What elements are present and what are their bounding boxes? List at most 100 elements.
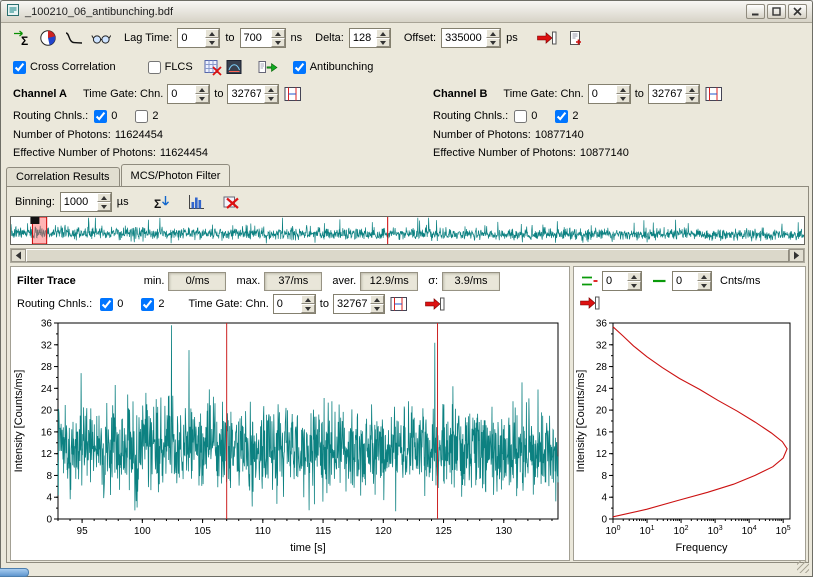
- filter-gate-from-spinner[interactable]: [273, 294, 316, 314]
- channel-a-routing-0-input[interactable]: [94, 110, 107, 123]
- spin-up-icon[interactable]: [264, 85, 278, 94]
- title-bar[interactable]: _100210_06_antibunching.bdf: [1, 1, 812, 23]
- upper-level-icon[interactable]: [579, 271, 599, 291]
- scrollbar-thumb[interactable]: [26, 249, 789, 262]
- lower-level-icon[interactable]: [649, 271, 669, 291]
- spin-down-icon[interactable]: [370, 304, 384, 313]
- upper-threshold-spinner[interactable]: [602, 271, 642, 291]
- flcs-matrix-icon[interactable]: [203, 57, 223, 77]
- lower-threshold-input[interactable]: [673, 272, 697, 290]
- spin-up-icon[interactable]: [486, 29, 500, 38]
- offset-spinner[interactable]: [441, 28, 501, 48]
- upper-threshold-input[interactable]: [603, 272, 627, 290]
- cross-correlation-checkbox[interactable]: Cross Correlation: [13, 61, 116, 74]
- maximize-button[interactable]: [767, 4, 786, 19]
- overview-chart[interactable]: [11, 217, 804, 244]
- delta-input[interactable]: [350, 29, 376, 47]
- intensity-overview-trace[interactable]: [10, 216, 805, 245]
- spin-down-icon[interactable]: [486, 38, 500, 47]
- spin-down-icon[interactable]: [376, 38, 390, 47]
- delta-spinner[interactable]: [349, 28, 391, 48]
- spin-down-icon[interactable]: [195, 94, 209, 103]
- tab-correlation-results[interactable]: Correlation Results: [6, 167, 120, 186]
- scroll-left-icon[interactable]: [11, 249, 26, 262]
- offset-input[interactable]: [442, 29, 486, 47]
- spin-up-icon[interactable]: [685, 85, 699, 94]
- channel-a-routing-0-checkbox[interactable]: 0: [94, 110, 117, 123]
- channel-a-gate-to-spinner[interactable]: [227, 84, 279, 104]
- filter-routing-2-checkbox[interactable]: 2: [141, 298, 164, 311]
- channel-a-gate-to-input[interactable]: [228, 85, 264, 103]
- spin-up-icon[interactable]: [195, 85, 209, 94]
- channel-b-gate-from-spinner[interactable]: [588, 84, 631, 104]
- lower-threshold-spinner[interactable]: [672, 271, 712, 291]
- lag-time-from-spinner[interactable]: [177, 28, 220, 48]
- scroll-right-icon[interactable]: [789, 249, 804, 262]
- flcs-pattern-icon[interactable]: [225, 57, 245, 77]
- spin-down-icon[interactable]: [271, 38, 285, 47]
- filter-gate-from-input[interactable]: [274, 295, 301, 313]
- spin-up-icon[interactable]: [697, 272, 711, 281]
- spin-up-icon[interactable]: [271, 29, 285, 38]
- glasses-icon[interactable]: [90, 28, 112, 48]
- spin-up-icon[interactable]: [376, 29, 390, 38]
- export-icon[interactable]: [425, 294, 445, 314]
- spin-up-icon[interactable]: [370, 295, 384, 304]
- correlation-curve-icon[interactable]: [63, 28, 85, 48]
- channel-b-gate-to-input[interactable]: [649, 85, 685, 103]
- spin-up-icon[interactable]: [616, 85, 630, 94]
- channel-b-routing-0-input[interactable]: [514, 110, 527, 123]
- antibunching-checkbox[interactable]: Antibunching: [293, 61, 374, 74]
- flcs-checkbox-input[interactable]: [148, 61, 161, 74]
- filter-gate-to-spinner[interactable]: [333, 294, 385, 314]
- filter-routing-2-input[interactable]: [141, 298, 154, 311]
- sum-icon[interactable]: Σ: [152, 192, 172, 212]
- time-gate-icon[interactable]: [704, 84, 724, 104]
- minimize-button[interactable]: [746, 4, 765, 19]
- pie-chart-icon[interactable]: [38, 28, 58, 48]
- spin-up-icon[interactable]: [301, 295, 315, 304]
- channel-a-routing-2-checkbox[interactable]: 2: [135, 110, 158, 123]
- lag-time-from-input[interactable]: [178, 29, 205, 47]
- apply-green-arrow-icon[interactable]: [257, 57, 279, 77]
- lag-time-to-input[interactable]: [241, 29, 271, 47]
- channel-b-routing-0-checkbox[interactable]: 0: [514, 110, 537, 123]
- resize-grip[interactable]: [797, 561, 809, 573]
- spin-down-icon[interactable]: [205, 38, 219, 47]
- channel-b-routing-2-input[interactable]: [555, 110, 568, 123]
- overview-scrollbar[interactable]: [10, 248, 805, 263]
- spin-down-icon[interactable]: [301, 304, 315, 313]
- time-gate-icon[interactable]: [283, 84, 303, 104]
- filter-routing-0-checkbox[interactable]: 0: [100, 298, 123, 311]
- spin-down-icon[interactable]: [697, 281, 711, 290]
- export-icon[interactable]: [579, 293, 599, 313]
- export-icon[interactable]: [535, 28, 558, 48]
- filter-gate-to-input[interactable]: [334, 295, 370, 313]
- channel-a-gate-from-input[interactable]: [168, 85, 195, 103]
- report-icon[interactable]: [566, 28, 586, 48]
- spin-down-icon[interactable]: [627, 281, 641, 290]
- channel-b-gate-from-input[interactable]: [589, 85, 616, 103]
- close-button[interactable]: [788, 4, 807, 19]
- frequency-chart[interactable]: 04812162024283236100101102103104105Frequ…: [575, 317, 804, 559]
- spin-down-icon[interactable]: [97, 202, 111, 211]
- channel-a-routing-2-input[interactable]: [135, 110, 148, 123]
- lag-time-to-spinner[interactable]: [240, 28, 286, 48]
- tab-mcs-photon-filter[interactable]: MCS/Photon Filter: [121, 164, 231, 186]
- spin-up-icon[interactable]: [205, 29, 219, 38]
- mcs-trace-chart[interactable]: 0481216202428323695100105110115120125130…: [12, 317, 568, 559]
- channel-b-gate-to-spinner[interactable]: [648, 84, 700, 104]
- flcs-checkbox[interactable]: FLCS: [148, 61, 193, 74]
- channel-b-routing-2-checkbox[interactable]: 2: [555, 110, 578, 123]
- filter-routing-0-input[interactable]: [100, 298, 113, 311]
- spin-down-icon[interactable]: [616, 94, 630, 103]
- time-gate-icon[interactable]: [389, 294, 409, 314]
- cross-correlation-checkbox-input[interactable]: [13, 61, 26, 74]
- spin-down-icon[interactable]: [264, 94, 278, 103]
- spin-up-icon[interactable]: [627, 272, 641, 281]
- binning-input[interactable]: [61, 193, 97, 211]
- channel-a-gate-from-spinner[interactable]: [167, 84, 210, 104]
- antibunching-checkbox-input[interactable]: [293, 61, 306, 74]
- sigma-correlate-icon[interactable]: Σ: [11, 28, 33, 48]
- delete-cross-icon[interactable]: [222, 192, 242, 212]
